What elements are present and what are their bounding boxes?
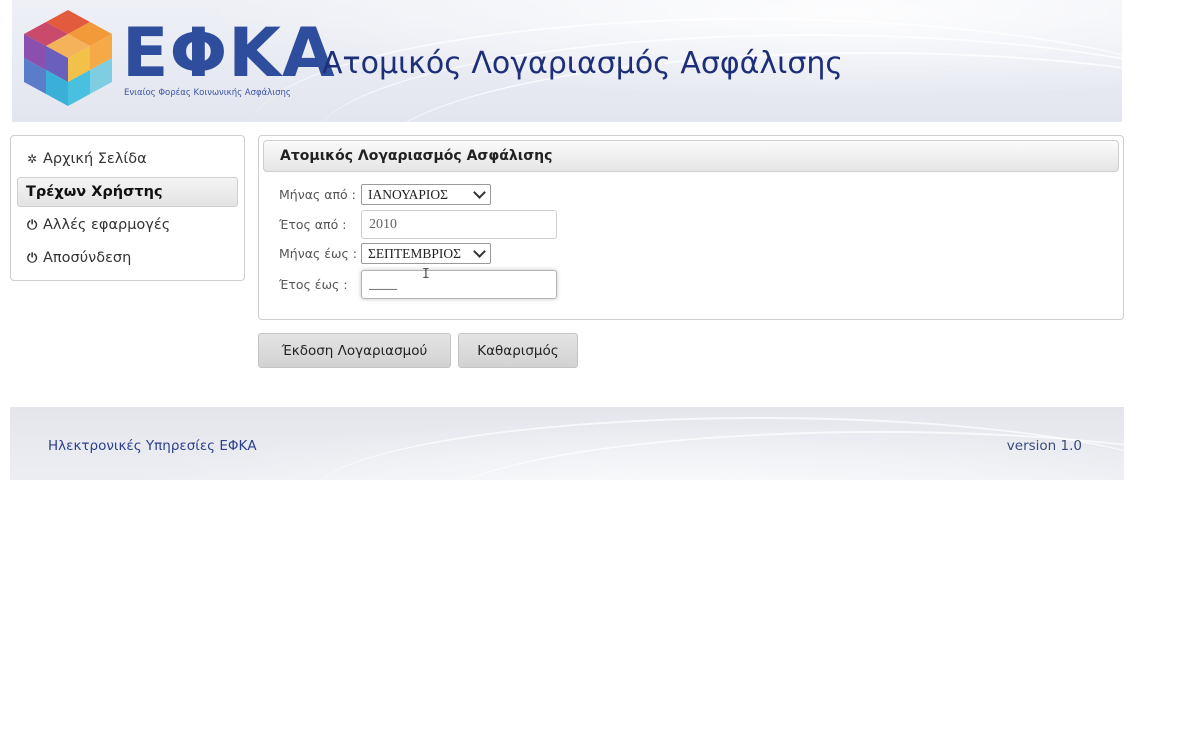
year-from-input[interactable]: 2010 <box>361 210 557 239</box>
header-banner: ΕΦΚΑ Ενιαίος Φορέας Κοινωνικής Ασφάλισης… <box>12 0 1122 122</box>
brand-subtitle: Ενιαίος Φορέας Κοινωνικής Ασφάλισης <box>124 88 291 98</box>
sidebar-item-other-apps[interactable]: ⏻ Αλλές εφαρμογές <box>17 210 238 240</box>
month-to-value: ΣΕΠΤΕΜΒΡΙΟΣ <box>368 245 461 261</box>
sidebar-item-logout[interactable]: ⏻ Αποσύνδεση <box>17 243 238 273</box>
year-from-row: Έτος από : 2010 <box>279 210 557 239</box>
power-icon: ⏻ <box>27 217 38 233</box>
footer-banner: Ηλεκτρονικές Υπηρεσίες ΕΦΚΑ version 1.0 <box>10 407 1124 480</box>
power-icon: ⏻ <box>27 250 38 266</box>
chevron-down-icon <box>473 244 486 258</box>
sidebar-item-home[interactable]: ✲ Αρχική Σελίδα <box>17 144 238 174</box>
year-from-value: 2010 <box>369 216 397 232</box>
sidebar-item-label: Τρέχων Χρήστης <box>26 184 163 200</box>
text-cursor-icon: I <box>422 267 430 282</box>
sidebar-item-label: Αλλές εφαρμογές <box>43 217 171 233</box>
sidebar-item-label: Αρχική Σελίδα <box>43 151 147 167</box>
sidebar-item-current-user[interactable]: Τρέχων Χρήστης <box>17 177 238 207</box>
brand-name: ΕΦΚΑ <box>122 14 336 93</box>
month-to-label: Μήνας έως : <box>279 246 357 261</box>
month-to-row: Μήνας έως : ΣΕΠΤΕΜΒΡΙΟΣ <box>279 243 491 264</box>
account-form-panel: Ατομικός Λογαριασμός Ασφάλισης Μήνας από… <box>258 135 1124 320</box>
month-from-value: ΙΑΝΟΥΑΡΙΟΣ <box>368 186 448 202</box>
panel-title: Ατομικός Λογαριασμός Ασφάλισης <box>263 140 1119 172</box>
clear-button[interactable]: Καθαρισμός <box>458 333 578 368</box>
footer-services-link[interactable]: Ηλεκτρονικές Υπηρεσίες ΕΦΚΑ <box>48 438 257 454</box>
month-from-row: Μήνας από : ΙΑΝΟΥΑΡΙΟΣ <box>279 184 491 205</box>
year-to-label: Έτος έως : <box>279 277 348 292</box>
site-title: Ατομικός Λογαριασμός Ασφάλισης <box>322 46 843 81</box>
footer-version: version 1.0 <box>1006 438 1082 454</box>
sidebar-nav: ✲ Αρχική Σελίδα Τρέχων Χρήστης ⏻ Αλλές ε… <box>10 135 245 281</box>
month-to-select[interactable]: ΣΕΠΤΕΜΒΡΙΟΣ <box>361 243 491 264</box>
gear-icon: ✲ <box>27 152 38 166</box>
chevron-down-icon <box>473 185 486 199</box>
sidebar-item-label: Αποσύνδεση <box>43 250 132 266</box>
month-from-label: Μήνας από : <box>279 187 356 202</box>
issue-account-button[interactable]: Έκδοση Λογαριασμού <box>258 333 451 368</box>
year-to-value: ____ <box>369 276 397 292</box>
year-from-label: Έτος από : <box>279 217 347 232</box>
year-to-row: Έτος έως : ____ <box>279 270 557 299</box>
month-from-select[interactable]: ΙΑΝΟΥΑΡΙΟΣ <box>361 184 491 205</box>
year-to-input[interactable]: ____ <box>361 270 557 299</box>
efka-logo-icon <box>24 10 112 106</box>
